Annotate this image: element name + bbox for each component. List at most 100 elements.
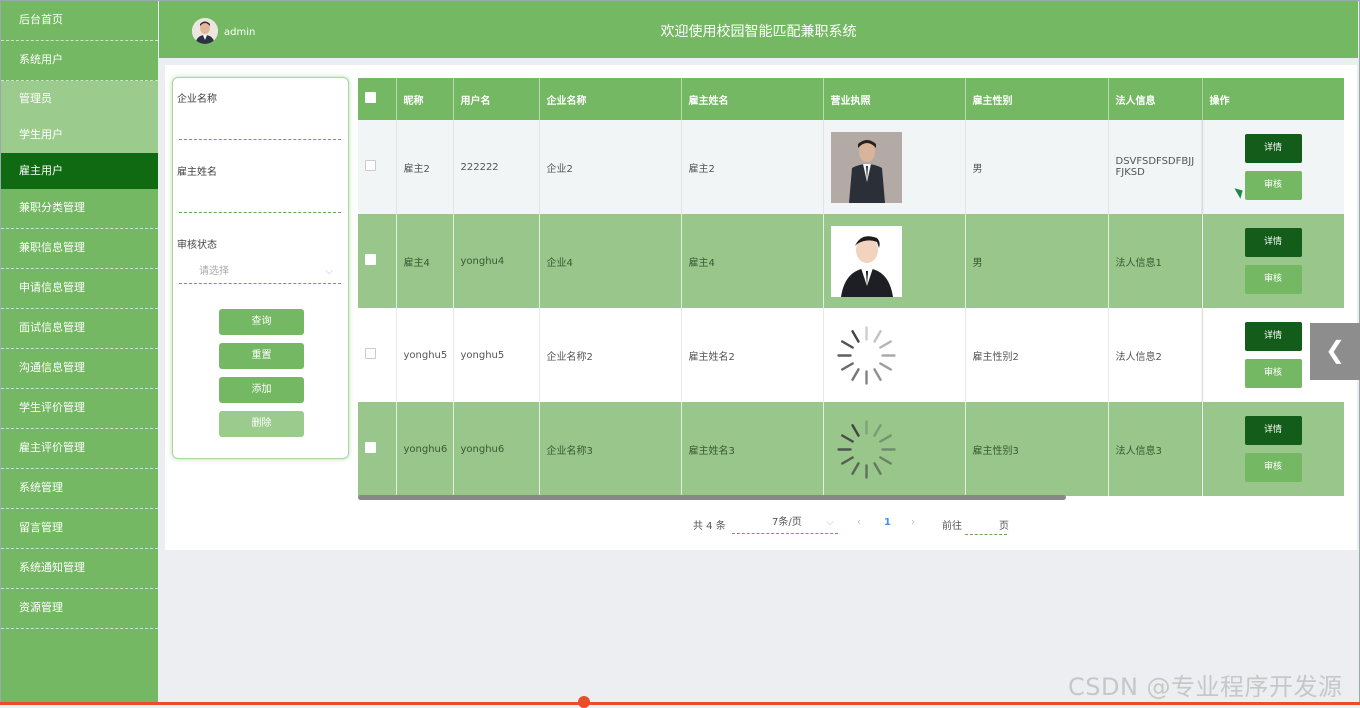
company-name-label: 企业名称 [177,94,217,105]
cell-license [823,214,966,308]
site-title: 欢迎使用校园智能匹配兼职系统 [660,24,857,40]
row-checkbox[interactable] [365,348,376,359]
audit-status-select[interactable]: 请选择 ⌵ [179,260,341,284]
row-checkbox[interactable] [365,160,376,171]
col-gender: 雇主性别 [965,78,1109,120]
cell-license [823,120,966,214]
sidebar-item-home[interactable]: 后台首页 [1,1,158,41]
detail-button[interactable]: 详情 [1244,322,1302,351]
table-horizontal-scrollbar[interactable] [358,495,1066,500]
cell-legal: 法人信息1 [1108,214,1203,308]
chevron-left-icon[interactable]: ❮ [1310,323,1360,380]
loading-spinner-icon [836,325,896,385]
audit-button[interactable]: 审核 [1244,453,1302,482]
col-legal: 法人信息 [1108,78,1203,120]
page-size-select[interactable]: 7条/页 ⌵ [732,512,838,534]
detail-button[interactable]: 详情 [1244,416,1302,445]
sidebar-item-admin[interactable]: 管理员 [1,81,158,117]
row-checkbox[interactable] [365,254,376,265]
reset-button[interactable]: 重置 [219,343,304,369]
cell-username: yonghu5 [453,308,540,402]
sidebar-item-communication[interactable]: 沟通信息管理 [1,349,158,389]
cell-nickname: 雇主4 [396,214,454,308]
sidebar-item-job-info[interactable]: 兼职信息管理 [1,229,158,269]
row-checkbox-cell[interactable] [358,402,397,496]
sidebar-item-notifications[interactable]: 系统通知管理 [1,549,158,589]
sidebar-item-application[interactable]: 申请信息管理 [1,269,158,309]
col-license: 营业执照 [823,78,966,120]
sidebar-item-employer-users[interactable]: 雇主用户 [1,153,158,189]
page-suffix-label: 页 [999,521,1009,532]
sidebar-item-student-review[interactable]: 学生评价管理 [1,389,158,429]
select-all-checkbox[interactable] [365,92,376,103]
cell-gender: 雇主性别2 [965,308,1109,402]
delete-button[interactable]: 删除 [219,411,304,437]
audit-button[interactable]: 审核 [1244,171,1302,200]
audit-button[interactable]: 审核 [1244,359,1302,388]
cell-nickname: 雇主2 [396,120,454,214]
select-all-cell[interactable] [358,78,397,120]
cell-employer: 雇主姓名2 [681,308,824,402]
add-button[interactable]: 添加 [219,377,304,403]
table-row: 雇主4 yonghu4 企业4 雇主4 男 法人信息1 详情 审核 [358,214,1344,308]
cell-company: 企业名称2 [539,308,682,402]
license-photo[interactable] [830,225,902,297]
cell-gender: 雇主性别3 [965,402,1109,496]
page-number-current[interactable]: 1 [884,517,891,528]
cell-legal: DSVFSDFSDFBJJFJKSD [1108,120,1203,214]
col-employer: 雇主姓名 [681,78,824,120]
cell-nickname: yonghu5 [396,308,454,402]
row-checkbox-cell[interactable] [358,214,397,308]
watermark: CSDN @专业程序开发源 [1068,673,1343,701]
col-username: 用户名 [453,78,540,120]
page-size-value: 7条/页 [772,517,802,528]
audit-status-label: 审核状态 [177,240,217,251]
cell-employer: 雇主4 [681,214,824,308]
detail-button[interactable]: 详情 [1244,134,1302,163]
sidebar-item-employer-review[interactable]: 雇主评价管理 [1,429,158,469]
query-button[interactable]: 查询 [219,309,304,335]
search-panel: 企业名称 雇主姓名 审核状态 请选择 ⌵ 查询 重置 添加 删除 [172,77,349,459]
row-checkbox-cell[interactable] [358,308,397,402]
top-header: admin 欢迎使用校园智能匹配兼职系统 [159,1,1358,58]
goto-label: 前往 [942,521,962,532]
company-name-input[interactable] [179,118,341,140]
cell-license [823,402,966,496]
cell-actions: 详情 审核 [1202,402,1344,496]
cell-nickname: yonghu6 [396,402,454,496]
sidebar-item-interview[interactable]: 面试信息管理 [1,309,158,349]
cell-username: yonghu4 [453,214,540,308]
sidebar-item-messages[interactable]: 留言管理 [1,509,158,549]
sidebar-item-system[interactable]: 系统管理 [1,469,158,509]
row-checkbox-cell[interactable] [358,120,397,214]
table-row: yonghu6 yonghu6 企业名称3 雇主姓名3 雇主性别3 法人信息3 … [358,402,1344,496]
license-photo[interactable] [830,131,902,203]
audit-status-placeholder: 请选择 [199,266,229,277]
cell-gender: 男 [965,120,1109,214]
audit-button[interactable]: 审核 [1244,265,1302,294]
cell-actions: 详情 审核 [1202,120,1344,214]
loading-spinner-icon [836,419,896,479]
employer-name-input[interactable] [179,191,341,213]
fixed-column-shadow [1201,78,1205,496]
sidebar-item-student-users[interactable]: 学生用户 [1,117,158,153]
detail-button[interactable]: 详情 [1244,228,1302,257]
table-row: 雇主2 222222 企业2 雇主2 男 DSVFSDFSDFBJJFJKSD [358,120,1344,214]
chevron-down-icon: ⌵ [826,517,834,528]
cell-gender: 男 [965,214,1109,308]
progress-handle[interactable] [578,696,590,708]
cell-legal: 法人信息3 [1108,402,1203,496]
col-company: 企业名称 [539,78,682,120]
prev-page-icon[interactable]: ‹ [857,517,861,528]
cell-username: yonghu6 [453,402,540,496]
cell-company: 企业名称3 [539,402,682,496]
sidebar: 后台首页 系统用户 管理员 学生用户 雇主用户 兼职分类管理 兼职信息管理 申请… [1,1,158,703]
chevron-down-icon: ⌵ [325,266,333,277]
cell-license [823,308,966,402]
sidebar-item-resources[interactable]: 资源管理 [1,589,158,629]
next-page-icon[interactable]: › [911,517,915,528]
sidebar-item-system-users[interactable]: 系统用户 [1,41,158,81]
sidebar-item-job-category[interactable]: 兼职分类管理 [1,189,158,229]
row-checkbox[interactable] [365,442,376,453]
col-nickname: 昵称 [396,78,454,120]
